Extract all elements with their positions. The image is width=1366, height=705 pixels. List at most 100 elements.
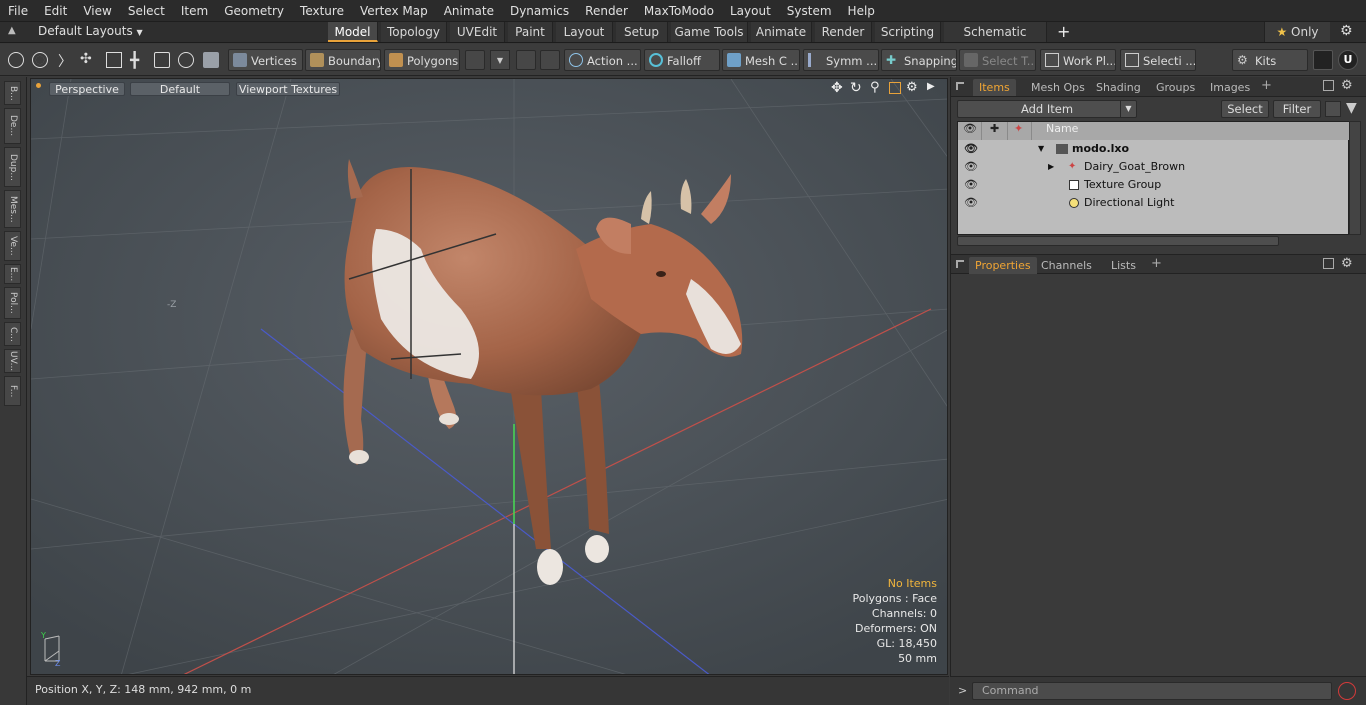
vertices-button[interactable]: Vertices (228, 49, 303, 71)
zoom-view-icon[interactable]: ⚲ (870, 80, 880, 95)
work-plane-button[interactable]: Work Pl... (1040, 49, 1116, 71)
filter-button[interactable]: Filter (1273, 100, 1321, 118)
tab-groups[interactable]: Groups (1150, 79, 1201, 96)
material-mode-icon[interactable] (465, 50, 485, 70)
tab-properties[interactable]: Properties (969, 257, 1037, 274)
menu-select[interactable]: Select (120, 0, 173, 22)
left-tab-curve[interactable]: C... (4, 322, 21, 346)
tab-setup[interactable]: Setup (616, 22, 668, 42)
funnel-icon[interactable]: ▼ (1346, 100, 1357, 116)
menu-vertex-map[interactable]: Vertex Map (352, 0, 436, 22)
pen-icon[interactable]: 〉 (58, 51, 72, 71)
kits-button[interactable]: ⚙ Kits (1232, 49, 1308, 71)
tab-mesh-ops[interactable]: Mesh Ops (1025, 79, 1091, 96)
menu-geometry[interactable]: Geometry (216, 0, 292, 22)
boundary-button[interactable]: Boundary (305, 49, 381, 71)
move-view-icon[interactable]: ✥ (831, 80, 843, 96)
tab-model[interactable]: Model (328, 22, 378, 42)
perspective-button[interactable]: Perspective (49, 82, 125, 96)
selection-sets-button[interactable]: Selecti ... (1120, 49, 1196, 71)
tab-game-tools[interactable]: Game Tools (671, 22, 748, 42)
cube-icon[interactable] (1313, 50, 1333, 70)
left-tab-basic[interactable]: B... (4, 81, 21, 105)
align-icon[interactable] (106, 52, 122, 68)
tab-layout[interactable]: Layout (556, 22, 613, 42)
expand-arrow-icon[interactable]: ▶ (1048, 158, 1054, 176)
menu-texture[interactable]: Texture (292, 0, 352, 22)
record-icon[interactable] (1338, 682, 1356, 700)
tab-shading[interactable]: Shading (1090, 79, 1147, 96)
collapse-list-icon[interactable] (1325, 101, 1341, 117)
menu-help[interactable]: Help (840, 0, 883, 22)
vertical-scrollbar[interactable] (1349, 121, 1361, 235)
tab-schematic-fusion[interactable]: Schematic Fusion (944, 22, 1047, 59)
name-column-header[interactable]: Name (1032, 122, 1350, 140)
eye-icon[interactable]: 👁 (964, 176, 978, 194)
menu-item[interactable]: Item (173, 0, 216, 22)
lock-column-header[interactable]: ✚ (982, 122, 1008, 140)
circle-select-icon[interactable] (8, 52, 24, 68)
expand-panel-icon[interactable] (1323, 258, 1334, 269)
expand-panel-icon[interactable] (1323, 80, 1334, 91)
tab-topology[interactable]: Topology (381, 22, 447, 42)
menu-maxtomodo[interactable]: MaxToModo (636, 0, 722, 22)
panel-gear-icon[interactable]: ⚙ (1341, 78, 1353, 93)
globe-icon[interactable] (32, 52, 48, 68)
left-tab-edge[interactable]: E... (4, 264, 21, 284)
clock-icon[interactable] (178, 52, 194, 68)
left-tab-vertex[interactable]: Ve... (4, 231, 21, 261)
shading-default-button[interactable]: Default (130, 82, 230, 96)
only-toggle[interactable]: ★ Only (1264, 22, 1330, 42)
center-icon[interactable]: ╋ (130, 51, 139, 69)
viewport-gear-icon[interactable]: ⚙ (906, 80, 918, 95)
tab-items[interactable]: Items (973, 79, 1016, 96)
menu-render[interactable]: Render (577, 0, 636, 22)
add-item-dropdown[interactable]: Add Item ▼ (957, 100, 1137, 118)
list-item-directional-light[interactable]: 👁 Directional Light (958, 194, 1350, 212)
add-panel-tab-icon[interactable]: + (1261, 78, 1272, 93)
action-button[interactable]: Action ... (564, 49, 641, 71)
menu-edit[interactable]: Edit (36, 0, 75, 22)
tab-paint[interactable]: Paint (508, 22, 553, 42)
viewport-textures-button[interactable]: Viewport Textures (236, 82, 340, 96)
list-item-texture-group[interactable]: 👁 Texture Group (958, 176, 1350, 194)
tab-images[interactable]: Images (1204, 79, 1256, 96)
snapping-button[interactable]: ✚ Snapping (881, 49, 957, 71)
command-input[interactable]: Command (972, 682, 1332, 700)
collapse-icon[interactable]: ▲ (8, 25, 20, 39)
list-item-goat-mesh[interactable]: 👁 ▶ ✦ Dairy_Goat_Brown (958, 158, 1350, 176)
tab-scripting[interactable]: Scripting (875, 22, 941, 42)
viewport-arrow-icon[interactable]: ▶ (927, 81, 935, 92)
3d-viewport[interactable]: -Z Y Z Perspective Default Viewport Text… (30, 78, 948, 675)
type-column-header[interactable]: ✦ (1008, 122, 1032, 140)
list-item-modo-lxo[interactable]: 👁 ▼ modo.lxo (958, 140, 1350, 158)
add-tab-icon[interactable]: + (1057, 22, 1070, 41)
horizontal-scrollbar[interactable] (957, 236, 1279, 246)
left-tab-deform[interactable]: De... (4, 108, 21, 144)
menu-view[interactable]: View (75, 0, 119, 22)
panel-gear-icon[interactable]: ⚙ (1341, 256, 1353, 271)
menu-file[interactable]: File (0, 0, 36, 22)
left-tab-mesh-edit[interactable]: Mes... (4, 190, 21, 228)
layouts-dropdown[interactable]: Default Layouts ▼ (38, 24, 143, 38)
tab-animate[interactable]: Animate (751, 22, 812, 42)
mesh-constraint-button[interactable]: Mesh C ... (722, 49, 800, 71)
brush-icon[interactable]: ✣ (80, 51, 92, 67)
left-tab-polygon[interactable]: Pol... (4, 287, 21, 319)
menu-dynamics[interactable]: Dynamics (502, 0, 577, 22)
menu-animate[interactable]: Animate (436, 0, 502, 22)
menu-system[interactable]: System (779, 0, 840, 22)
eye-icon[interactable]: 👁 (964, 194, 978, 212)
gear-icon[interactable]: ⚙ (1340, 23, 1353, 39)
select-button[interactable]: Select (1221, 100, 1269, 118)
chevron-down-icon[interactable]: ▼ (490, 50, 510, 70)
falloff-button[interactable]: Falloff (644, 49, 720, 71)
left-tab-uv[interactable]: UV... (4, 349, 21, 373)
item-mode-icon[interactable] (203, 52, 219, 68)
tab-uvedit[interactable]: UVEdit (450, 22, 505, 42)
left-tab-duplicate[interactable]: Dup... (4, 147, 21, 187)
sphere-icon[interactable] (516, 50, 536, 70)
visibility-column-header[interactable]: 👁 (958, 122, 982, 140)
symmetry-button[interactable]: Symm ... (803, 49, 879, 71)
tab-channels[interactable]: Channels (1035, 257, 1098, 274)
